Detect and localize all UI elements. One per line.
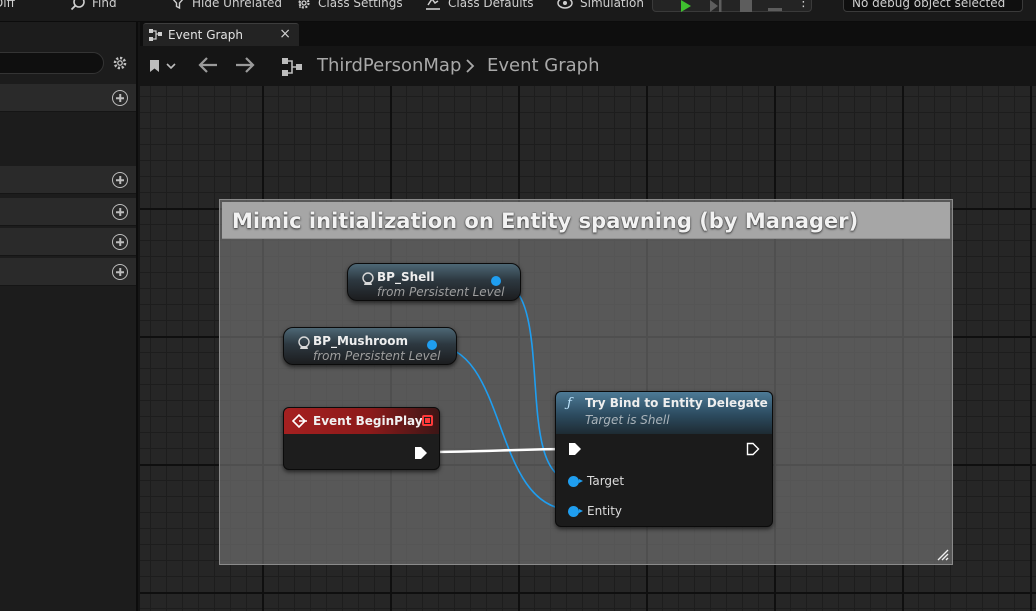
bookmark-icon xyxy=(150,60,176,72)
section-variables[interactable] xyxy=(0,228,136,256)
node-bp-mushroom-title: BP_Mushroom xyxy=(313,334,409,348)
add-icon[interactable] xyxy=(112,234,128,250)
debug-object-select[interactable]: No debug object selected xyxy=(843,0,1023,12)
search-input[interactable] xyxy=(0,52,104,74)
simulation-icon xyxy=(557,0,573,9)
actor-reference-icon xyxy=(362,272,374,285)
bookmark-button[interactable] xyxy=(148,58,176,77)
toolbar-diff-button[interactable]: Diff xyxy=(0,0,15,12)
filter-icon xyxy=(172,0,184,10)
debug-object-label: No debug object selected xyxy=(852,0,1006,10)
event-icon xyxy=(292,414,307,428)
function-icon: ƒ xyxy=(567,396,572,411)
node-event-header: Event BeginPlay xyxy=(284,408,439,434)
node-event-title: Event BeginPlay xyxy=(313,414,423,428)
step-icon[interactable] xyxy=(709,0,723,13)
output-pin[interactable] xyxy=(427,340,437,350)
toolbar-class-defaults-label: Class Defaults xyxy=(448,0,534,10)
forward-arrow-icon[interactable] xyxy=(234,56,256,74)
exec-input-pin[interactable] xyxy=(568,442,582,456)
play-icon[interactable] xyxy=(679,0,693,13)
toolbar-simulation-button[interactable]: Simulation xyxy=(556,0,644,12)
blueprint-editor: Diff Find Hide Unrelated ⋮ Class Setting… xyxy=(0,0,1036,611)
chevron-right-icon xyxy=(466,59,475,73)
exec-output-pin[interactable] xyxy=(414,446,428,460)
comment-title-bar[interactable]: Mimic initialization on Entity spawning … xyxy=(222,202,950,239)
toolbar-find-button[interactable]: Find xyxy=(70,0,117,12)
actor-reference-icon xyxy=(298,336,310,349)
toolbar-hide-unrelated-label: Hide Unrelated xyxy=(192,0,283,10)
node-try-bind-entity-delegate[interactable]: ƒ Try Bind to Entity Delegate Target is … xyxy=(555,391,773,527)
gear-icon xyxy=(298,0,310,9)
toolbar-hide-unrelated-button[interactable]: Hide Unrelated ⋮ xyxy=(170,0,306,12)
pin-entity[interactable]: Entity xyxy=(568,504,622,518)
section-graphs[interactable] xyxy=(0,84,136,112)
document-tab-bar: Event Graph × xyxy=(140,22,1036,46)
output-pin[interactable] xyxy=(491,276,501,286)
add-icon[interactable] xyxy=(112,264,128,280)
close-icon[interactable]: × xyxy=(279,26,291,42)
add-icon[interactable] xyxy=(112,172,128,188)
section-macros[interactable] xyxy=(0,198,136,226)
tab-event-graph[interactable]: Event Graph × xyxy=(143,23,299,46)
section-event-dispatchers[interactable] xyxy=(0,258,136,286)
node-bp-mushroom[interactable]: BP_Mushroom from Persistent Level xyxy=(283,327,457,365)
toolbar-find-label: Find xyxy=(92,0,117,10)
graph-navigation-bar: ThirdPersonMap Event Graph xyxy=(140,46,1036,86)
node-bp-shell-subtitle: from Persistent Level xyxy=(377,285,505,299)
breadcrumb-graph[interactable]: Event Graph xyxy=(487,55,600,76)
toolbar-class-settings-button[interactable]: Class Settings xyxy=(296,0,403,12)
add-icon[interactable] xyxy=(112,90,128,106)
pin-target[interactable]: Target xyxy=(568,474,624,488)
play-controls: ⋮ xyxy=(652,0,812,12)
toolbar-simulation-label: Simulation xyxy=(580,0,644,10)
node-function-title: Try Bind to Entity Delegate xyxy=(585,396,768,410)
stop-icon[interactable] xyxy=(739,0,753,13)
back-arrow-icon[interactable] xyxy=(197,56,219,74)
exec-output-pin[interactable] xyxy=(746,442,760,456)
search-icon xyxy=(70,0,85,11)
toolbar-diff-label: Diff xyxy=(0,0,15,10)
delegate-pin[interactable] xyxy=(422,415,433,426)
node-bp-shell[interactable]: BP_Shell from Persistent Level xyxy=(347,263,521,301)
add-icon[interactable] xyxy=(112,204,128,220)
main-toolbar: Diff Find Hide Unrelated ⋮ Class Setting… xyxy=(0,0,1036,22)
node-function-header: ƒ Try Bind to Entity Delegate Target is … xyxy=(556,392,772,434)
pin-target-label: Target xyxy=(587,474,625,488)
toolbar-class-settings-label: Class Settings xyxy=(318,0,403,10)
my-blueprint-panel xyxy=(0,22,138,611)
object-pin[interactable] xyxy=(568,475,583,487)
graph-icon xyxy=(149,29,162,41)
eject-icon[interactable] xyxy=(767,0,783,13)
node-bp-shell-title: BP_Shell xyxy=(377,270,435,284)
pin-entity-label: Entity xyxy=(587,504,623,518)
resize-handle-icon[interactable] xyxy=(937,549,949,561)
class-defaults-icon xyxy=(426,0,440,10)
node-event-beginplay[interactable]: Event BeginPlay xyxy=(283,407,440,470)
object-pin[interactable] xyxy=(568,505,583,517)
tab-event-graph-label: Event Graph xyxy=(168,28,243,42)
node-function-subtitle: Target is Shell xyxy=(585,413,670,427)
toolbar-class-defaults-button[interactable]: Class Defaults xyxy=(424,0,533,12)
play-options-icon[interactable]: ⋮ xyxy=(797,0,810,10)
section-functions[interactable] xyxy=(0,166,136,194)
breadcrumb-level[interactable]: ThirdPersonMap xyxy=(317,55,461,76)
graph-icon xyxy=(282,58,302,76)
comment-title: Mimic initialization on Entity spawning … xyxy=(232,209,859,233)
node-bp-mushroom-subtitle: from Persistent Level xyxy=(313,349,441,363)
gear-icon[interactable] xyxy=(111,54,129,72)
